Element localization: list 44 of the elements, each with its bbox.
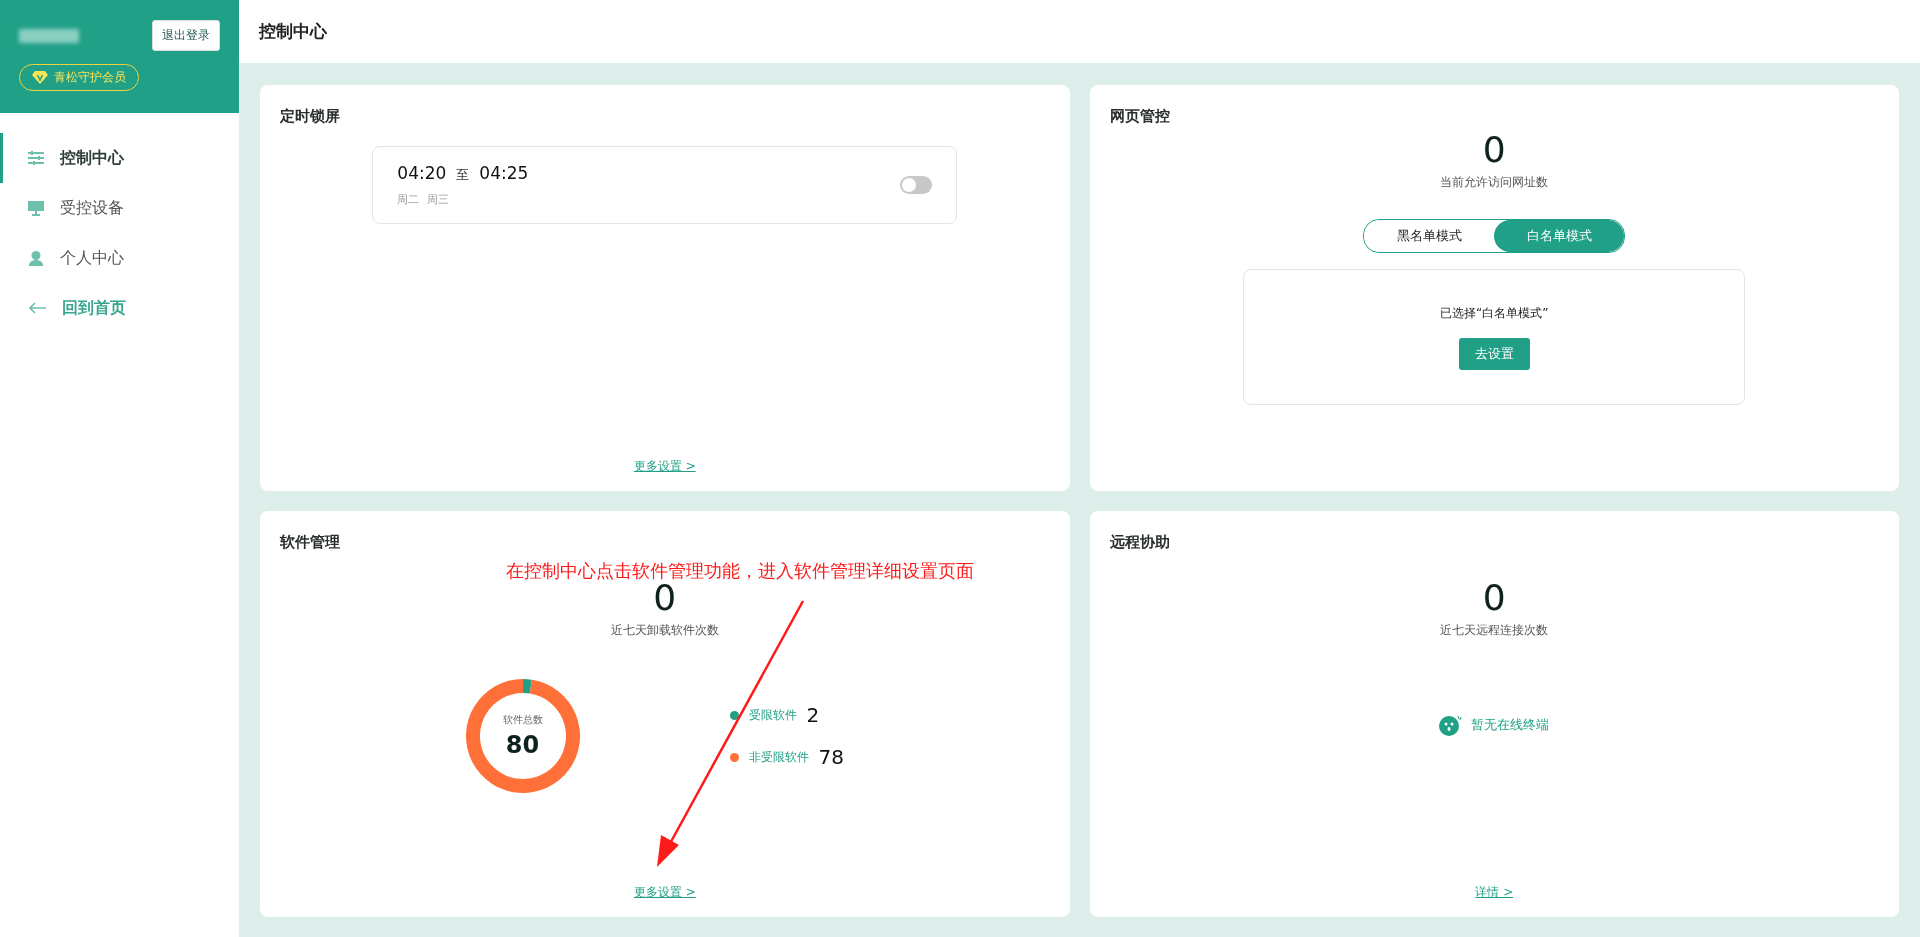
start-time: 04:20	[397, 163, 447, 183]
sidebar-item[interactable]: 控制中心	[0, 133, 239, 183]
toggle-switch[interactable]	[900, 176, 933, 194]
card-title: 软件管理	[280, 533, 340, 552]
logout-button[interactable]: 退出登录	[152, 20, 220, 51]
legend-label: 受限软件	[748, 706, 797, 724]
page-title: 控制中心	[239, 0, 1920, 63]
diamond-icon	[32, 71, 48, 84]
donut-label: 软件总数	[502, 713, 543, 727]
monitor-icon	[28, 200, 44, 216]
count-label: 近七天远程连接次数	[1440, 622, 1549, 639]
sidebar-item[interactable]: 回到首页	[0, 283, 239, 333]
sidebar-item[interactable]: 个人中心	[0, 233, 239, 283]
annotation-text: 在控制中心点击软件管理功能，进入软件管理详细设置页面	[506, 559, 974, 583]
person-icon	[28, 250, 44, 266]
weekday-label: 周二	[397, 192, 420, 207]
sliders-icon	[28, 151, 44, 165]
card-title: 网页管控	[1109, 107, 1170, 126]
back-arrow-icon	[28, 302, 46, 314]
count-value: 0	[1482, 580, 1506, 616]
more-settings-link[interactable]: 更多设置 >	[633, 458, 696, 475]
count-label: 近七天卸载软件次数	[610, 622, 719, 639]
count-label: 当前允许访问网址数	[1440, 174, 1549, 191]
card-title: 远程协助	[1109, 533, 1170, 552]
settings-button[interactable]: 去设置	[1458, 337, 1530, 370]
more-settings-link[interactable]: 更多设置 >	[633, 884, 696, 901]
minor-slice	[522, 679, 532, 694]
mode-tab[interactable]: 白名单模式	[1494, 220, 1625, 252]
sidebar-item[interactable]: 受控设备	[0, 183, 239, 233]
details-link[interactable]: 详情 >	[1475, 884, 1514, 901]
status-text: 已选择“白名单模式”	[1440, 304, 1549, 322]
count-value: 0	[653, 580, 677, 616]
count-value: 0	[1482, 132, 1506, 168]
legend-label: 非受限软件	[748, 748, 809, 766]
member-label: 青松守护会员	[54, 69, 126, 86]
donut-total: 80	[505, 731, 540, 759]
legend-value: 2	[806, 703, 820, 727]
blurred-name	[19, 28, 79, 43]
card-title: 定时锁屏	[280, 107, 340, 126]
surprised-face-icon	[1439, 714, 1464, 736]
end-time: 04:25	[479, 163, 529, 183]
empty-text: 暂无在线终端	[1471, 716, 1550, 734]
separator-text: 至	[456, 166, 470, 184]
legend-value: 78	[818, 745, 844, 769]
